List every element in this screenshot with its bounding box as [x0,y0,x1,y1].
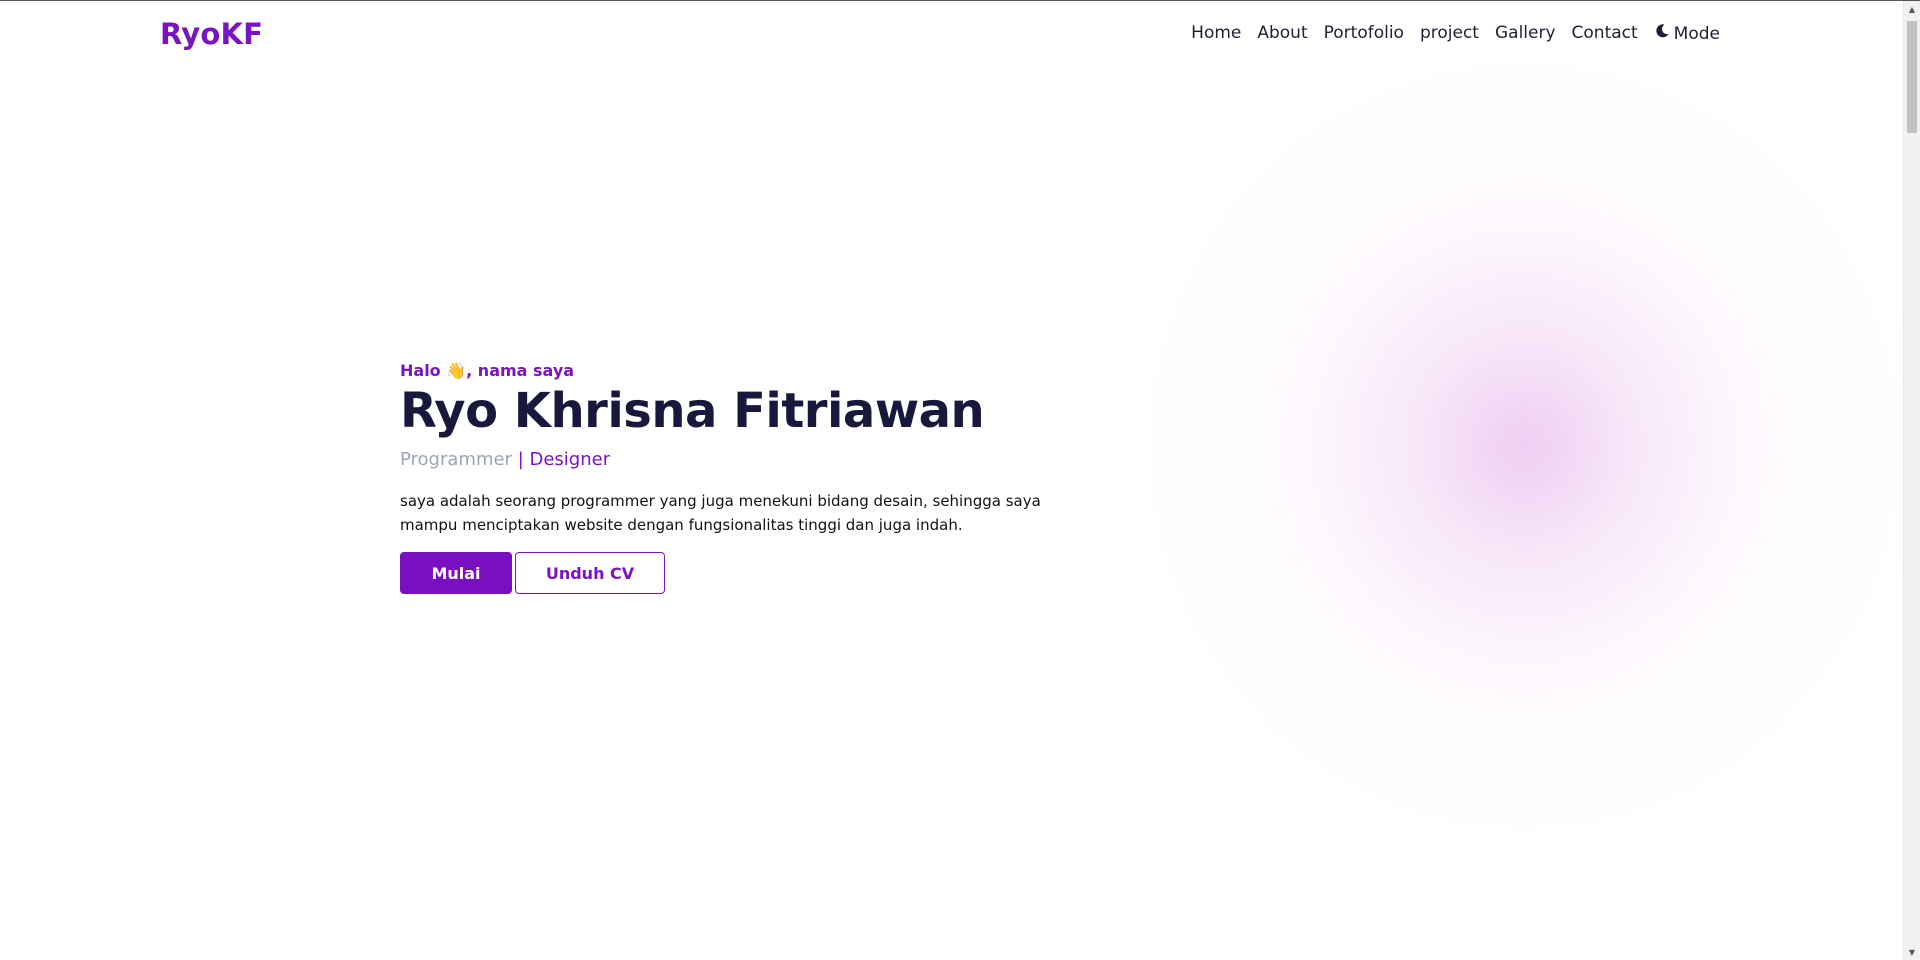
role-designer: Designer [529,449,611,470]
hero-description: saya adalah seorang programmer yang juga… [400,492,1041,534]
role-separator: | [511,449,530,470]
hero-name: Ryo Khrisna Fitriawan [400,383,985,439]
start-button[interactable]: Mulai [400,552,512,594]
nav-links: Home About Portofolio project Gallery Co… [1191,23,1720,44]
scroll-up-arrow-icon[interactable]: ▲ [1904,1,1920,18]
waving-hand-icon: 👋 [446,361,467,380]
mode-label: Mode [1673,23,1720,44]
nav-link-about[interactable]: About [1257,23,1307,44]
scrollbar-thumb[interactable] [1907,21,1917,133]
download-cv-button[interactable]: Unduh CV [515,552,665,594]
navbar: RyoKF Home About Portofolio project Gall… [0,1,1898,69]
background-glow [1000,41,1920,941]
nav-link-project[interactable]: project [1420,23,1479,44]
nav-link-gallery[interactable]: Gallery [1495,23,1556,44]
role-programmer: Programmer [400,449,512,470]
brand-logo[interactable]: RyoKF [160,17,263,51]
nav-link-portofolio[interactable]: Portofolio [1324,23,1404,44]
hero-section: Halo 👋, nama saya Ryo Khrisna Fitriawan … [400,361,1100,594]
moon-icon [1654,23,1670,44]
greeting-text-pre: Halo [400,361,447,380]
greeting-text-post: , nama saya [466,361,575,380]
scroll-down-arrow-icon[interactable]: ▼ [1904,944,1920,960]
hero-roles: Programmer | Designer [400,449,1100,471]
nav-link-contact[interactable]: Contact [1572,23,1638,44]
hero-buttons: Mulai Unduh CV [400,552,1100,594]
nav-link-home[interactable]: Home [1191,23,1241,44]
vertical-scrollbar[interactable]: ▲ ▼ [1903,1,1920,960]
hero-greeting: Halo 👋, nama saya [400,361,1100,381]
page: RyoKF Home About Portofolio project Gall… [0,0,1920,960]
mode-toggle[interactable]: Mode [1654,23,1720,44]
